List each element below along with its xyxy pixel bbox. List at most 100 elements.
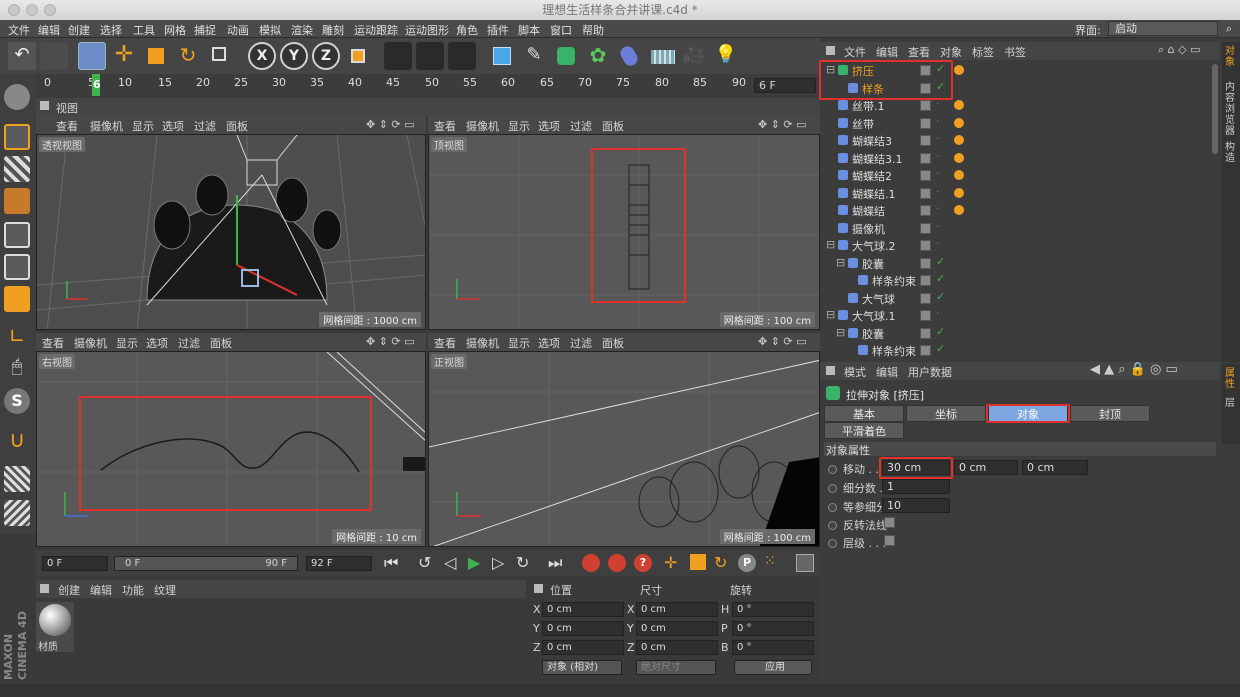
animate-radio[interactable] [828, 539, 837, 548]
menu-animate[interactable]: 动画 [227, 22, 249, 38]
object-name[interactable]: 胶囊 [862, 326, 884, 342]
visibility-toggle[interactable] [920, 187, 931, 199]
make-editable-icon[interactable] [4, 84, 30, 110]
object-name[interactable]: 蝴蝶结3 [852, 133, 892, 149]
viewport-menu-panel[interactable]: 面板 [210, 335, 232, 351]
y-axis-lock-button[interactable]: Y [280, 42, 308, 70]
viewport-menu-options[interactable]: 选项 [162, 118, 184, 134]
visibility-toggle[interactable] [920, 152, 931, 164]
object-name[interactable]: 蝴蝶结 [852, 203, 885, 219]
enable-check-icon[interactable]: ✓ [936, 325, 945, 338]
position-z-field[interactable]: 0 cm [542, 640, 624, 655]
tab-coordinates[interactable]: 坐标 [906, 405, 986, 422]
coordinate-mode-select[interactable]: 对象 (相对) [542, 660, 622, 675]
animate-radio[interactable] [828, 503, 837, 512]
viewport-menu-view[interactable]: 查看 [434, 335, 456, 351]
tag-icon[interactable] [954, 135, 964, 145]
side-tab-attributes[interactable]: 属性 [1225, 368, 1237, 390]
camera-icon[interactable]: 🎥 [680, 42, 708, 70]
visibility-toggle[interactable] [920, 222, 931, 234]
frame-range-slider[interactable]: 0 F 90 F [114, 556, 298, 571]
viewport-nav-icons[interactable]: ✥ ⇕ ⟳ ▭ [758, 335, 807, 348]
side-tab-objects[interactable]: 对象 [1225, 46, 1237, 68]
menu-character[interactable]: 角色 [456, 22, 478, 38]
object-name[interactable]: 丝带 [852, 116, 874, 132]
deformer-icon[interactable] [616, 42, 644, 70]
size-z-field[interactable]: 0 cm [636, 640, 718, 655]
key-rotation-icon[interactable]: ↻ [714, 553, 727, 572]
frame-field[interactable]: 6 F [754, 78, 816, 93]
side-tab-layers[interactable]: 层 [1225, 398, 1237, 409]
om-menu-objects[interactable]: 对象 [940, 44, 962, 60]
object-name[interactable]: 摄像机 [852, 221, 885, 237]
timeline-window-icon[interactable] [796, 554, 814, 572]
menu-snap[interactable]: 捕捉 [194, 22, 216, 38]
om-menu-view[interactable]: 查看 [908, 44, 930, 60]
viewport-nav-icons[interactable]: ✥ ⇕ ⟳ ▭ [758, 118, 807, 131]
edges-mode-icon[interactable] [4, 254, 30, 280]
search-icon[interactable]: ⌕ [1226, 22, 1232, 36]
viewport-menu-options[interactable]: 选项 [538, 118, 560, 134]
tag-icon[interactable] [954, 100, 964, 110]
object-name[interactable]: 蝴蝶结.1 [852, 186, 896, 202]
menu-plugins[interactable]: 插件 [487, 22, 509, 38]
viewport-perspective[interactable]: 透视视图 网格间距 : 1000 cm [36, 134, 426, 330]
object-row[interactable]: 蝴蝶结3.1 · [824, 150, 1214, 167]
size-x-field[interactable]: 0 cm [636, 602, 718, 617]
viewport-nav-icons[interactable]: ✥ ⇕ ⟳ ▭ [366, 118, 415, 131]
pen-spline-icon[interactable]: ✎ [520, 42, 548, 70]
workplane-lock-icon[interactable] [4, 466, 30, 492]
visibility-toggle[interactable] [920, 310, 931, 321]
enable-check-icon[interactable]: · [936, 220, 940, 233]
play-icon[interactable]: ▶ [468, 553, 480, 572]
am-menu-edit[interactable]: 编辑 [876, 364, 898, 380]
position-x-field[interactable]: 0 cm [542, 602, 624, 617]
object-name[interactable]: 样条约束 [872, 343, 916, 358]
tag-icon[interactable] [954, 117, 964, 128]
expander-icon[interactable]: ⊟ [826, 238, 835, 251]
floor-icon[interactable] [648, 42, 676, 70]
viewport-menu-options[interactable]: 选项 [146, 335, 168, 351]
visibility-toggle[interactable] [920, 292, 931, 304]
tag-icon[interactable] [954, 65, 964, 75]
enable-check-icon[interactable]: ✓ [936, 272, 945, 285]
viewport-menu-cameras[interactable]: 摄像机 [74, 335, 107, 351]
viewport-menu-panel[interactable]: 面板 [602, 335, 624, 351]
menu-sculpt[interactable]: 雕刻 [322, 22, 344, 38]
rotate-tool-icon[interactable]: ↻ [174, 42, 202, 70]
isoparm-field[interactable]: 10 [882, 498, 950, 513]
object-row[interactable]: 蝴蝶结2 · [824, 167, 1214, 184]
mm-menu-function[interactable]: 功能 [122, 582, 144, 598]
visibility-toggle[interactable] [920, 205, 931, 216]
previous-key-icon[interactable]: ↺ [418, 553, 431, 572]
move-y-field[interactable]: 0 cm [954, 460, 1018, 475]
visibility-toggle[interactable] [920, 240, 931, 251]
rotation-b-field[interactable]: 0 ° [732, 640, 814, 655]
recent-tool-icon[interactable] [206, 42, 234, 70]
viewport-front[interactable]: 正视图 网格间距 : 100 cm [428, 351, 820, 547]
mm-menu-create[interactable]: 创建 [58, 582, 80, 598]
end-frame-field[interactable]: 92 F [306, 556, 372, 571]
menu-mesh[interactable]: 网格 [164, 22, 186, 38]
texture-mode-icon[interactable] [4, 156, 30, 182]
rotation-p-field[interactable]: 0 ° [732, 621, 814, 636]
object-row[interactable]: 丝带 · [824, 115, 1214, 132]
tag-icon[interactable] [954, 187, 964, 198]
om-menu-tags[interactable]: 标签 [972, 44, 994, 60]
viewport-menu-filter[interactable]: 过滤 [570, 335, 592, 351]
enable-check-icon[interactable]: · [936, 202, 940, 215]
go-to-end-icon[interactable]: ⏭ [548, 553, 562, 573]
om-toolbar-icons[interactable]: ⌕ ⌂ ◇ ▭ [1158, 43, 1201, 57]
object-name[interactable]: 样条约束 [872, 273, 916, 289]
render-view-icon[interactable] [384, 42, 412, 70]
object-row[interactable]: 蝴蝶结 · [824, 202, 1214, 219]
enable-check-icon[interactable]: · [936, 167, 940, 180]
snap-magnet-icon[interactable]: ∪ [4, 428, 30, 454]
cube-icon[interactable] [488, 42, 516, 70]
enable-check-icon[interactable]: · [936, 115, 940, 128]
polygons-mode-icon[interactable] [4, 286, 30, 312]
previous-frame-icon[interactable]: ◁ [444, 553, 456, 572]
object-name[interactable]: 蝴蝶结3.1 [852, 151, 903, 167]
tag-icon[interactable] [954, 152, 964, 163]
object-name[interactable]: 胶囊 [862, 256, 884, 272]
